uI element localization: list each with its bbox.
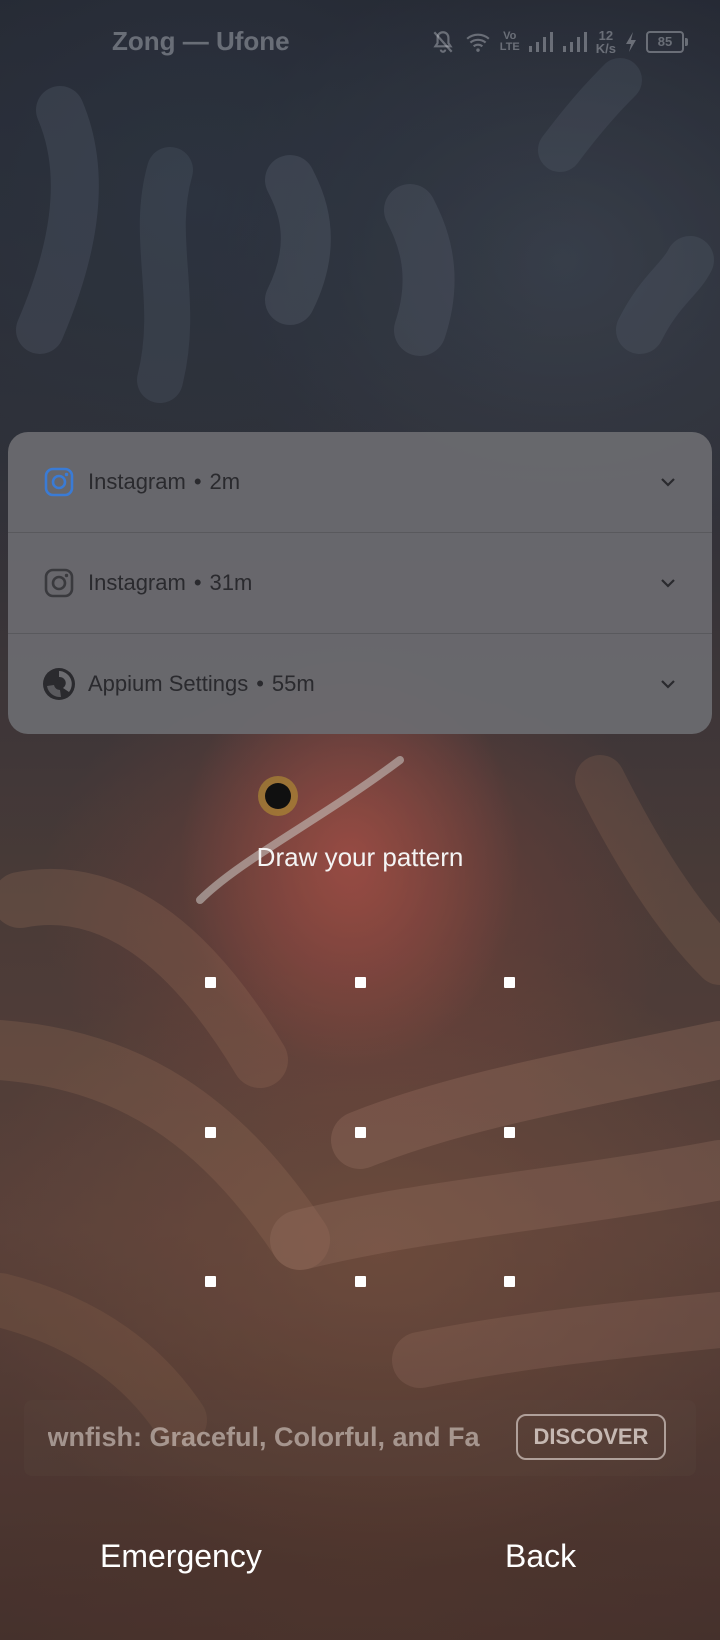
notification-item[interactable]: Instagram • 2m xyxy=(8,432,712,532)
carrier-name: Zong — Ufone xyxy=(112,26,290,56)
pattern-prompt: Draw your pattern xyxy=(256,842,464,872)
signal-icon xyxy=(562,32,587,52)
chevron-down-icon[interactable] xyxy=(658,674,678,694)
discover-button[interactable]: DISCOVER xyxy=(516,1414,666,1460)
pattern-dot[interactable] xyxy=(205,1127,216,1138)
pattern-dot[interactable] xyxy=(504,1127,515,1138)
pattern-dot[interactable] xyxy=(355,1276,366,1287)
notification-item[interactable]: Appium Settings • 55m xyxy=(8,633,712,734)
pattern-dot[interactable] xyxy=(205,977,216,988)
notification-time: 2m xyxy=(209,469,241,494)
pattern-dot[interactable] xyxy=(355,977,366,988)
bell-off-icon xyxy=(433,31,453,53)
status-icons: Vo LTE 12 K/s 85 xyxy=(430,22,688,62)
wallpaper-scrim xyxy=(0,0,720,1640)
notification-item[interactable]: Instagram • 31m xyxy=(8,532,712,633)
emergency-button[interactable]: Emergency xyxy=(100,1538,262,1575)
instagram-icon xyxy=(42,465,76,499)
signal-icon xyxy=(528,32,553,52)
notification-time: 55m xyxy=(271,671,315,696)
pattern-dot[interactable] xyxy=(504,1276,515,1287)
notification-app-name: Instagram xyxy=(88,570,186,595)
pattern-dot[interactable] xyxy=(504,977,515,988)
instagram-icon xyxy=(42,566,76,600)
volte-icon: Vo LTE xyxy=(499,30,520,53)
network-speed: 12 K/s xyxy=(595,28,616,56)
back-button[interactable]: Back xyxy=(505,1538,576,1575)
status-bar: Zong — Ufone Vo LTE 12 K/s 85 xyxy=(0,0,720,82)
pattern-dot[interactable] xyxy=(355,1127,366,1138)
charging-icon xyxy=(626,32,636,52)
notification-panel: Instagram • 2m Instagram • 31m Appium Se… xyxy=(8,432,712,734)
notification-app-name: Appium Settings xyxy=(88,671,249,696)
notification-time: 31m xyxy=(209,570,253,595)
appium-icon xyxy=(42,667,76,701)
chevron-down-icon[interactable] xyxy=(658,573,678,593)
wifi-icon xyxy=(466,33,490,52)
chevron-down-icon[interactable] xyxy=(658,472,678,492)
discover-banner[interactable]: Clownfish: Graceful, Colorful, and Fa DI… xyxy=(24,1400,696,1476)
pattern-dot[interactable] xyxy=(205,1276,216,1287)
battery-icon: 85 xyxy=(646,31,688,53)
notification-app-name: Instagram xyxy=(88,469,186,494)
discover-title[interactable]: Clownfish: Graceful, Colorful, and Fa xyxy=(48,1422,508,1453)
